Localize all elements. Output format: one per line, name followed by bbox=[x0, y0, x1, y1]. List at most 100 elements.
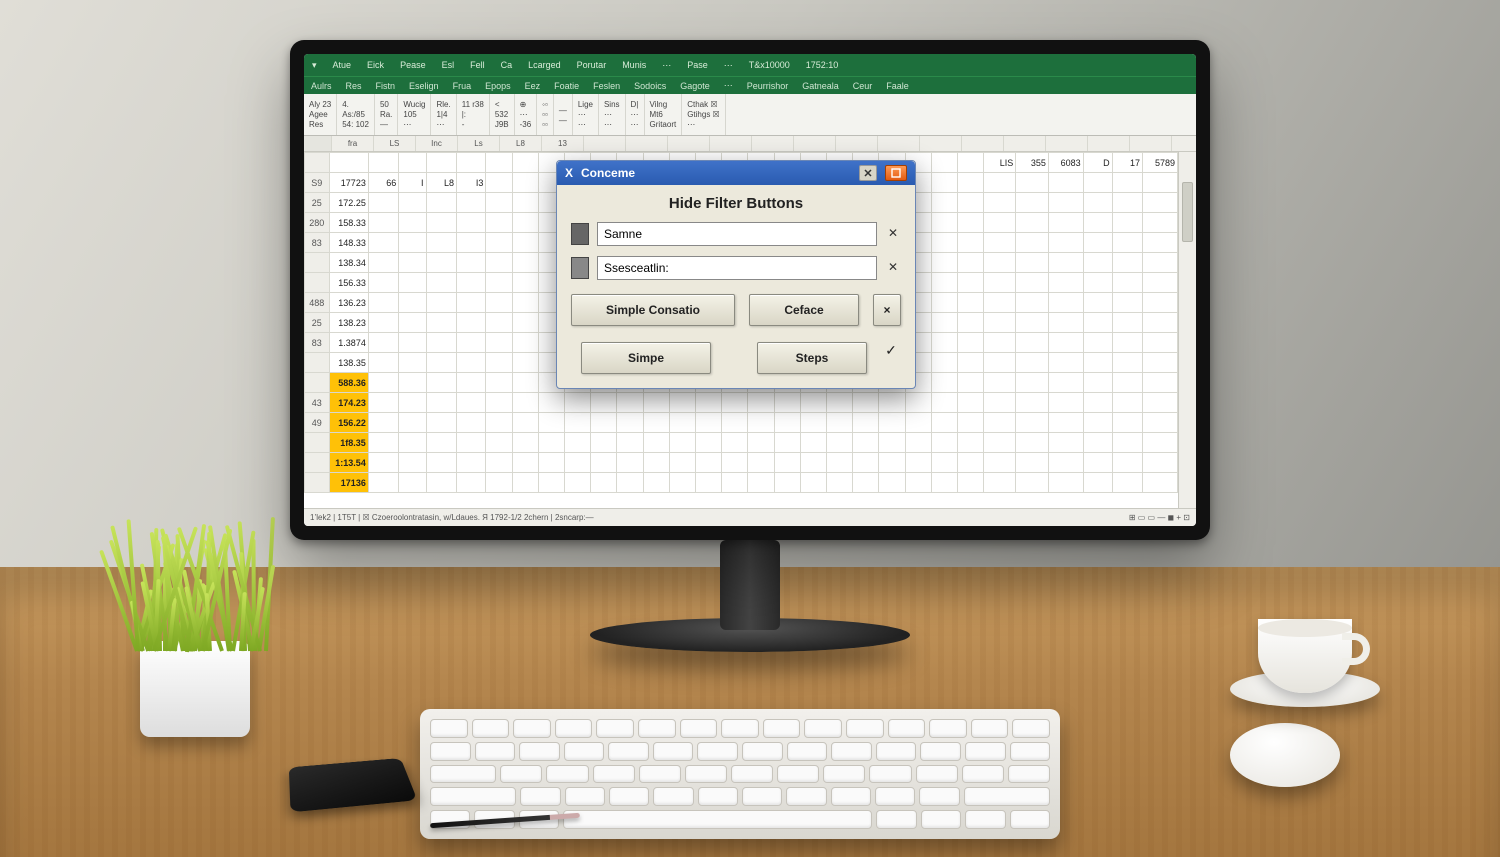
cell[interactable] bbox=[399, 213, 426, 233]
cell[interactable]: 66 bbox=[368, 173, 398, 193]
cell[interactable] bbox=[931, 233, 957, 253]
cell[interactable] bbox=[1112, 233, 1142, 253]
cell[interactable] bbox=[1083, 453, 1112, 473]
cell[interactable] bbox=[538, 413, 564, 433]
cell[interactable] bbox=[669, 393, 695, 413]
cell[interactable] bbox=[426, 353, 456, 373]
clear-icon[interactable]: ✕ bbox=[885, 260, 901, 276]
cell[interactable] bbox=[1016, 233, 1049, 253]
cell[interactable] bbox=[591, 393, 617, 413]
cell[interactable] bbox=[931, 333, 957, 353]
cell[interactable] bbox=[457, 193, 486, 213]
cell[interactable] bbox=[1112, 413, 1142, 433]
cell[interactable] bbox=[931, 353, 957, 373]
cell[interactable] bbox=[958, 233, 984, 253]
titlebar-item[interactable]: ▾ bbox=[304, 60, 325, 71]
cell[interactable] bbox=[1016, 353, 1049, 373]
cell[interactable] bbox=[827, 393, 853, 413]
cell[interactable] bbox=[486, 193, 512, 213]
cell[interactable] bbox=[984, 433, 1016, 453]
column-header[interactable] bbox=[1088, 136, 1130, 151]
cell[interactable] bbox=[426, 393, 456, 413]
cell[interactable] bbox=[984, 273, 1016, 293]
cell[interactable] bbox=[1048, 233, 1083, 253]
titlebar-item[interactable]: T&x10000 bbox=[741, 60, 798, 70]
cell[interactable] bbox=[486, 433, 512, 453]
cell[interactable]: 17136 bbox=[329, 473, 368, 493]
cell[interactable] bbox=[984, 193, 1016, 213]
cell[interactable] bbox=[1048, 373, 1083, 393]
cell[interactable] bbox=[1016, 273, 1049, 293]
titlebar-item[interactable]: ⋯ bbox=[716, 60, 741, 71]
cell[interactable]: 588.36 bbox=[329, 373, 368, 393]
cell[interactable] bbox=[512, 233, 538, 253]
cell[interactable] bbox=[1048, 313, 1083, 333]
ribbon-group[interactable]: ⊕⋯-36 bbox=[515, 94, 538, 135]
cell[interactable] bbox=[722, 413, 748, 433]
cell[interactable] bbox=[958, 413, 984, 433]
cell[interactable]: I3 bbox=[457, 173, 486, 193]
cell[interactable] bbox=[958, 293, 984, 313]
column-header[interactable]: L8 bbox=[500, 136, 542, 151]
column-header[interactable] bbox=[626, 136, 668, 151]
ribbon-group[interactable]: —— bbox=[554, 94, 573, 135]
column-header[interactable] bbox=[304, 136, 332, 151]
column-header[interactable] bbox=[794, 136, 836, 151]
cell[interactable] bbox=[457, 433, 486, 453]
cell[interactable] bbox=[1083, 353, 1112, 373]
cell[interactable]: I bbox=[399, 173, 426, 193]
cell[interactable] bbox=[958, 173, 984, 193]
cell[interactable] bbox=[931, 273, 957, 293]
cell[interactable] bbox=[984, 333, 1016, 353]
cell[interactable] bbox=[512, 193, 538, 213]
titlebar-item[interactable]: Atue bbox=[325, 60, 360, 70]
cell[interactable] bbox=[1143, 353, 1178, 373]
ribbon-group[interactable]: Wucig105⋯ bbox=[398, 94, 431, 135]
cell[interactable] bbox=[931, 433, 957, 453]
cell[interactable] bbox=[1083, 393, 1112, 413]
cell[interactable] bbox=[1048, 393, 1083, 413]
ribbon-group[interactable]: VilngMt6Gritaort bbox=[645, 94, 683, 135]
menu-item[interactable]: Fistn bbox=[369, 81, 403, 91]
cell[interactable] bbox=[669, 473, 695, 493]
cell[interactable] bbox=[800, 393, 826, 413]
cell[interactable] bbox=[1083, 233, 1112, 253]
cell[interactable] bbox=[457, 373, 486, 393]
cell[interactable] bbox=[931, 153, 957, 173]
cell[interactable] bbox=[1083, 333, 1112, 353]
column-header[interactable] bbox=[752, 136, 794, 151]
titlebar-item[interactable]: Pase bbox=[679, 60, 716, 70]
cell[interactable] bbox=[368, 473, 398, 493]
cell[interactable] bbox=[958, 273, 984, 293]
cell[interactable] bbox=[984, 373, 1016, 393]
cell[interactable]: 280 bbox=[305, 213, 330, 233]
cell[interactable] bbox=[457, 273, 486, 293]
cell[interactable] bbox=[696, 453, 722, 473]
column-header[interactable] bbox=[710, 136, 752, 151]
cell[interactable] bbox=[538, 393, 564, 413]
titlebar-item[interactable]: Porutar bbox=[569, 60, 615, 70]
column-header[interactable] bbox=[1172, 136, 1196, 151]
simpe-button[interactable]: Simpe bbox=[581, 342, 711, 374]
cell[interactable] bbox=[984, 293, 1016, 313]
cell[interactable] bbox=[368, 373, 398, 393]
cell[interactable] bbox=[722, 453, 748, 473]
menu-item[interactable]: Ceur bbox=[846, 81, 880, 91]
menu-item[interactable]: Gagote bbox=[673, 81, 717, 91]
cell[interactable] bbox=[984, 393, 1016, 413]
cell[interactable] bbox=[1016, 453, 1049, 473]
cell[interactable] bbox=[1083, 213, 1112, 233]
cell[interactable] bbox=[486, 213, 512, 233]
cell[interactable] bbox=[368, 453, 398, 473]
cell[interactable] bbox=[774, 393, 800, 413]
cell[interactable] bbox=[1083, 253, 1112, 273]
cell[interactable] bbox=[958, 393, 984, 413]
cell[interactable] bbox=[1083, 373, 1112, 393]
cell[interactable] bbox=[1016, 413, 1049, 433]
ribbon-group[interactable]: Aly 23AgeeRes bbox=[304, 94, 337, 135]
cell[interactable]: 17 bbox=[1112, 153, 1142, 173]
cell[interactable] bbox=[1112, 453, 1142, 473]
cell[interactable] bbox=[1083, 293, 1112, 313]
cell[interactable] bbox=[617, 413, 643, 433]
cell[interactable] bbox=[931, 293, 957, 313]
